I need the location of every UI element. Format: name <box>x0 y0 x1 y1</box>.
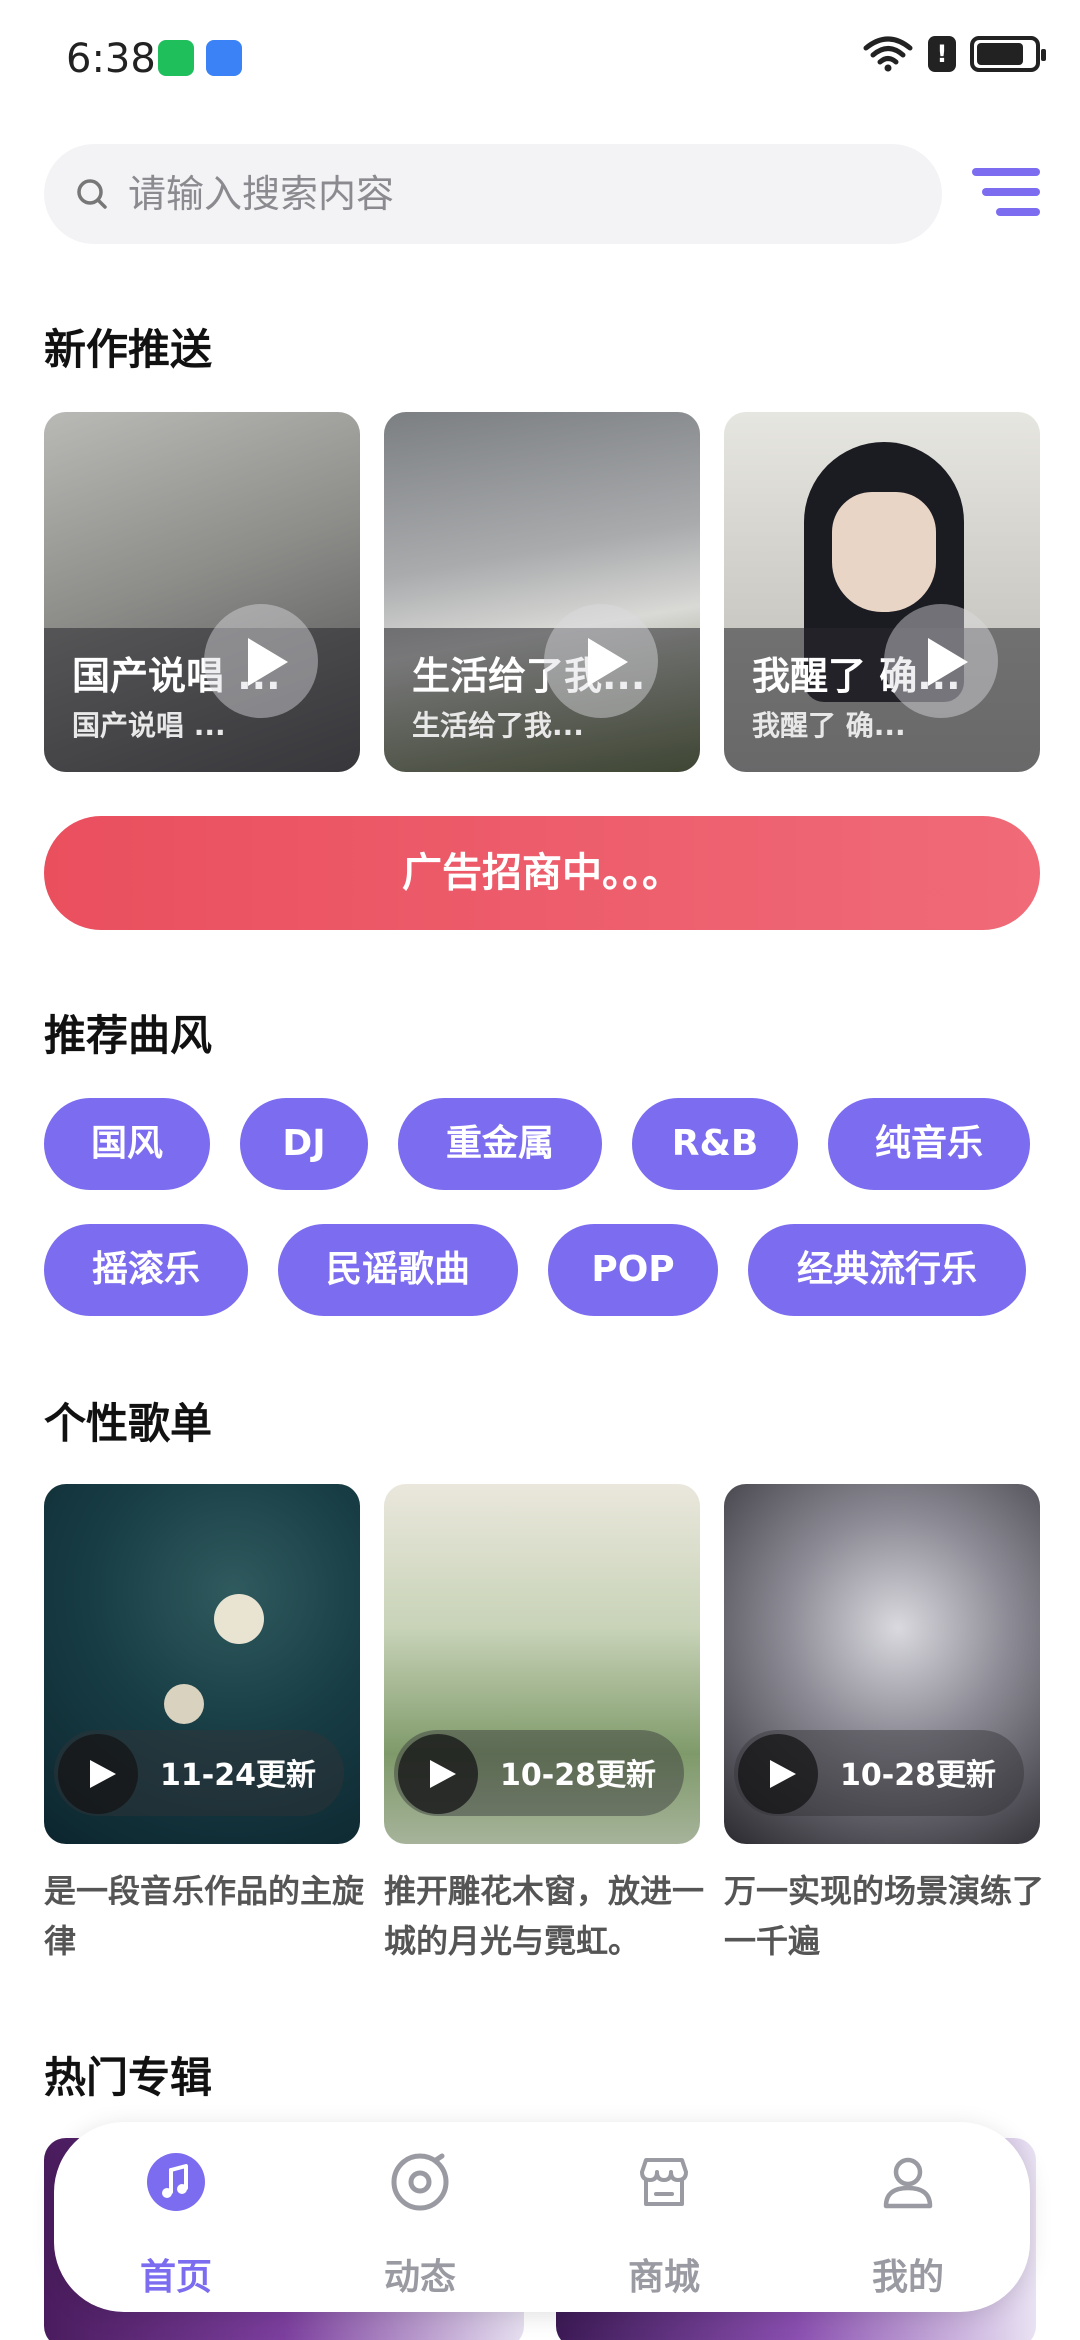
nav-profile[interactable]: 我的 <box>808 2122 1008 2312</box>
play-icon[interactable] <box>58 1734 138 1814</box>
new-work-card[interactable]: 我醒了 确... 我醒了 确... <box>724 412 1040 772</box>
nav-label: 首页 <box>139 2257 212 2298</box>
play-icon[interactable] <box>204 604 318 718</box>
wifi-icon <box>863 36 913 72</box>
alert-icon: ! <box>928 36 956 72</box>
genre-chip-metal[interactable]: 重金属 <box>398 1098 602 1190</box>
status-bar: 6:38 ! <box>0 0 1080 120</box>
store-icon <box>640 2158 688 2206</box>
nav-label: 商城 <box>627 2257 700 2298</box>
playlist-card[interactable]: 10-28更新 <box>384 1484 700 1844</box>
menu-line <box>982 188 1040 196</box>
portrait-face <box>832 492 936 612</box>
music-note-icon <box>147 2153 205 2211</box>
play-icon[interactable] <box>544 604 658 718</box>
menu-line <box>972 168 1040 176</box>
nav-label: 动态 <box>383 2257 456 2298</box>
ad-banner[interactable]: 广告招商中。。。 <box>44 816 1040 930</box>
disc-icon <box>391 2153 449 2211</box>
section-title-personal-playlists: 个性歌单 <box>44 1399 213 1448</box>
flower-shape <box>164 1684 204 1724</box>
playlist-description: 是一段音乐作品的主旋律 <box>44 1872 365 1960</box>
play-icon[interactable] <box>884 604 998 718</box>
usb-icon <box>206 40 242 76</box>
genre-chip-folk[interactable]: 民谣歌曲 <box>278 1224 518 1316</box>
section-title-hot-albums: 热门专辑 <box>44 2053 213 2102</box>
genre-chip-rnb[interactable]: R&B <box>632 1098 798 1190</box>
genre-chip-pure-music[interactable]: 纯音乐 <box>828 1098 1030 1190</box>
playlist-card[interactable]: 10-28更新 <box>724 1484 1040 1844</box>
genre-chip-dj[interactable]: DJ <box>240 1098 368 1190</box>
nav-home[interactable]: 首页 <box>76 2122 276 2312</box>
playlist-card[interactable]: 11-24更新 <box>44 1484 360 1844</box>
user-icon <box>883 2157 933 2209</box>
menu-button[interactable] <box>972 164 1044 224</box>
status-time: 6:38 <box>66 36 156 82</box>
new-work-card[interactable]: 生活给了我... 生活给了我... <box>384 412 700 772</box>
nav-store[interactable]: 商城 <box>564 2122 764 2312</box>
nav-feed[interactable]: 动态 <box>320 2122 520 2312</box>
search-bar[interactable] <box>44 144 942 244</box>
genre-chip-rock[interactable]: 摇滚乐 <box>44 1224 248 1316</box>
play-icon[interactable] <box>738 1734 818 1814</box>
section-title-recommended-styles: 推荐曲风 <box>44 1011 213 1060</box>
search-input[interactable] <box>128 172 888 216</box>
battery-saver-icon <box>158 40 194 76</box>
playlist-description: 万一实现的场景演练了一千遍 <box>724 1872 1045 1960</box>
section-title-new-works: 新作推送 <box>44 325 213 374</box>
genre-chip-classic-pop[interactable]: 经典流行乐 <box>748 1224 1026 1316</box>
playlist-description: 推开雕花木窗，放进一城的月光与霓虹。 <box>384 1872 705 1960</box>
menu-line <box>996 208 1040 216</box>
nav-label: 我的 <box>871 2257 944 2298</box>
flower-shape <box>214 1594 264 1644</box>
play-icon[interactable] <box>398 1734 478 1814</box>
update-date: 10-28更新 <box>840 1758 996 1793</box>
genre-chip-guofeng[interactable]: 国风 <box>44 1098 210 1190</box>
genre-chip-pop[interactable]: POP <box>548 1224 718 1316</box>
bottom-nav: 首页 动态 商城 我的 <box>54 2122 1030 2312</box>
update-date: 10-28更新 <box>500 1758 656 1793</box>
battery-icon <box>970 36 1046 72</box>
update-date: 11-24更新 <box>160 1758 316 1793</box>
new-work-card[interactable]: 国产说唱 ... 国产说唱 ... <box>44 412 360 772</box>
search-icon <box>77 179 107 209</box>
